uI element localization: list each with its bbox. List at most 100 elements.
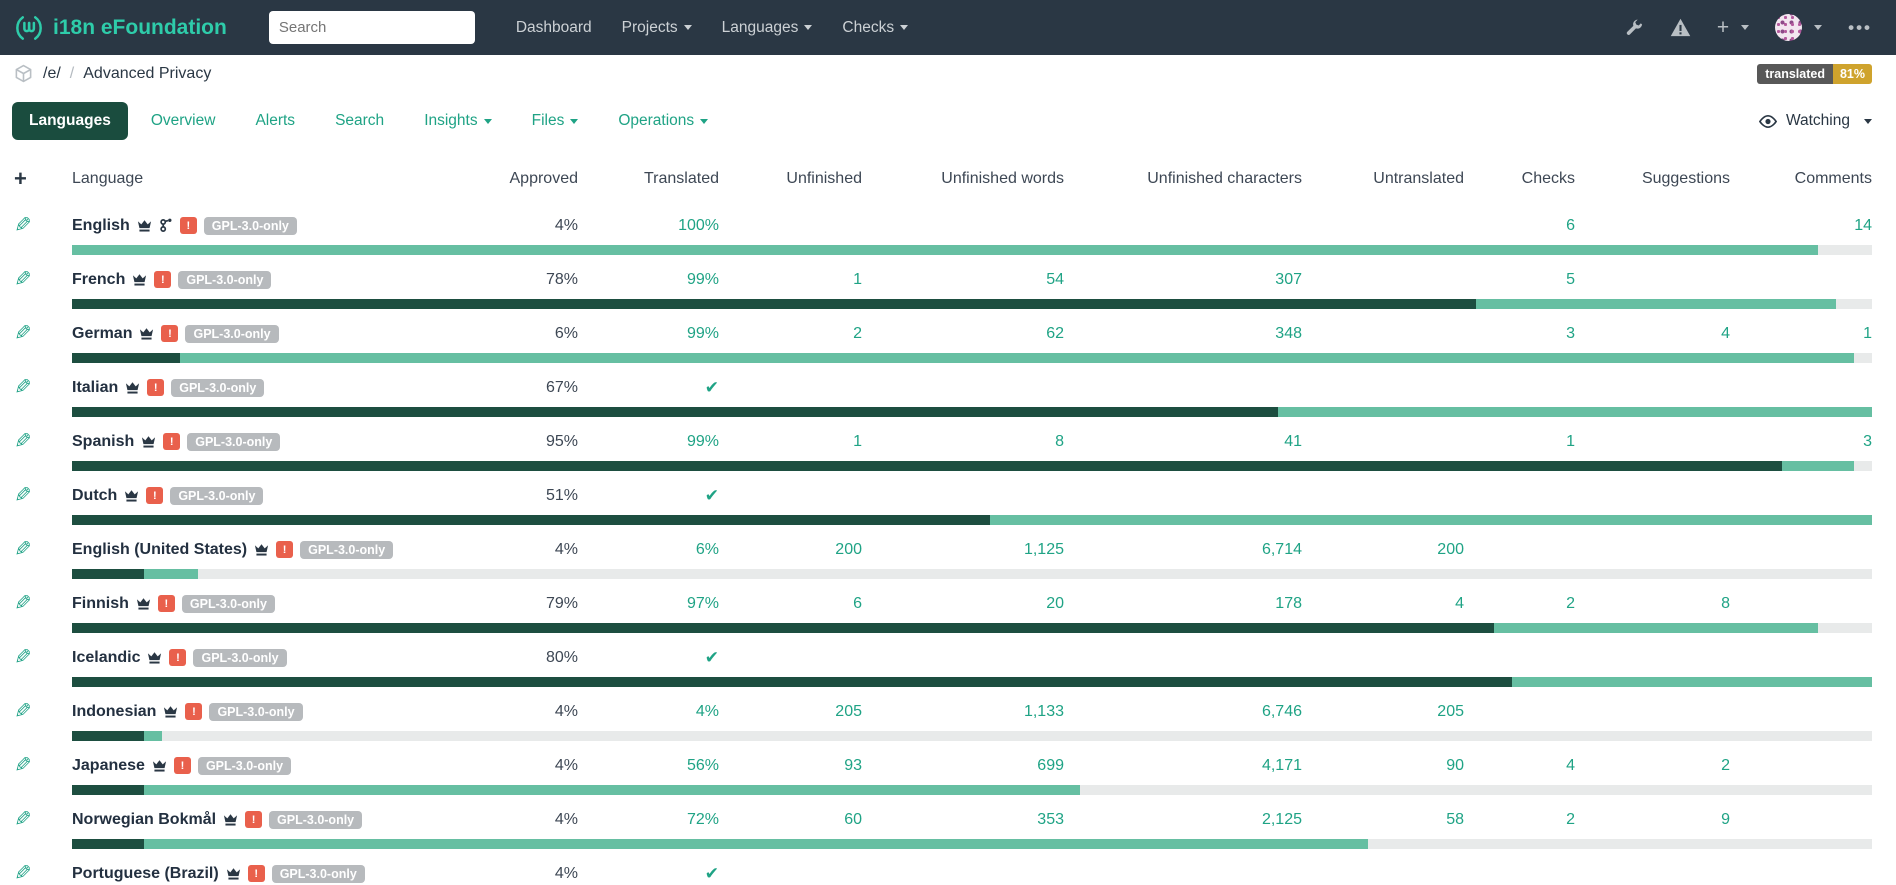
tab-operations[interactable]: Operations: [601, 102, 725, 140]
translated-link[interactable]: 100%: [678, 217, 719, 234]
edit-pencil-icon[interactable]: ✎: [14, 269, 32, 290]
language-link[interactable]: Japanese: [72, 757, 145, 775]
license-badge[interactable]: GPL-3.0-only: [300, 541, 393, 559]
untranslated-link[interactable]: 205: [1437, 703, 1464, 720]
tab-languages[interactable]: Languages: [12, 102, 128, 140]
brand-home-link[interactable]: i18n eFoundation: [14, 13, 227, 43]
license-badge[interactable]: GPL-3.0-only: [204, 217, 297, 235]
alert-badge[interactable]: !: [161, 325, 178, 342]
unfinished-link[interactable]: 60: [844, 811, 862, 828]
unfinished-words-link[interactable]: 8: [1055, 433, 1064, 450]
translated-link[interactable]: 56%: [687, 757, 719, 774]
checks-link[interactable]: 1: [1566, 433, 1575, 450]
nav-item-checks[interactable]: Checks: [829, 11, 921, 45]
unfinished-link[interactable]: 93: [844, 757, 862, 774]
license-badge[interactable]: GPL-3.0-only: [182, 595, 275, 613]
unfinished-link[interactable]: 6: [853, 595, 862, 612]
suggestions-link[interactable]: 9: [1721, 811, 1730, 828]
unfinished-characters-link[interactable]: 178: [1275, 595, 1302, 612]
untranslated-link[interactable]: 200: [1437, 541, 1464, 558]
license-badge[interactable]: GPL-3.0-only: [269, 811, 362, 829]
edit-pencil-icon[interactable]: ✎: [14, 323, 32, 344]
tab-overview[interactable]: Overview: [134, 102, 233, 140]
unfinished-characters-link[interactable]: 4,171: [1262, 757, 1302, 774]
unfinished-words-link[interactable]: 20: [1046, 595, 1064, 612]
language-link[interactable]: Indonesian: [72, 703, 156, 721]
unfinished-characters-link[interactable]: 41: [1284, 433, 1302, 450]
language-link[interactable]: English (United States): [72, 541, 247, 559]
translated-link[interactable]: 99%: [687, 433, 719, 450]
nav-item-dashboard[interactable]: Dashboard: [503, 11, 605, 45]
wrench-icon[interactable]: [1624, 18, 1644, 38]
untranslated-link[interactable]: 4: [1455, 595, 1464, 612]
unfinished-characters-link[interactable]: 307: [1275, 271, 1302, 288]
language-link[interactable]: Italian: [72, 379, 118, 397]
checks-link[interactable]: 2: [1566, 595, 1575, 612]
edit-pencil-icon[interactable]: ✎: [14, 863, 32, 884]
watching-dropdown[interactable]: Watching: [1758, 112, 1872, 130]
alert-badge[interactable]: !: [163, 433, 180, 450]
unfinished-link[interactable]: 205: [835, 703, 862, 720]
edit-pencil-icon[interactable]: ✎: [14, 647, 32, 668]
license-badge[interactable]: GPL-3.0-only: [170, 487, 263, 505]
alert-badge[interactable]: !: [180, 217, 197, 234]
edit-pencil-icon[interactable]: ✎: [14, 539, 32, 560]
alert-badge[interactable]: !: [169, 649, 186, 666]
checks-link[interactable]: 6: [1566, 217, 1575, 234]
alert-badge[interactable]: !: [154, 271, 171, 288]
translated-link[interactable]: 99%: [687, 271, 719, 288]
search-input[interactable]: [269, 11, 475, 44]
tab-insights[interactable]: Insights: [407, 102, 508, 140]
unfinished-characters-link[interactable]: 6,746: [1262, 703, 1302, 720]
license-badge[interactable]: GPL-3.0-only: [209, 703, 302, 721]
checks-link[interactable]: 5: [1566, 271, 1575, 288]
alert-badge[interactable]: !: [174, 757, 191, 774]
unfinished-characters-link[interactable]: 2,125: [1262, 811, 1302, 828]
alert-badge[interactable]: !: [248, 865, 265, 882]
unfinished-characters-link[interactable]: 348: [1275, 325, 1302, 342]
comments-link[interactable]: 3: [1863, 433, 1872, 450]
translated-link[interactable]: 4%: [696, 703, 719, 720]
nav-item-languages[interactable]: Languages: [709, 11, 826, 45]
checks-link[interactable]: 3: [1566, 325, 1575, 342]
more-icon[interactable]: •••: [1848, 18, 1872, 38]
translated-link[interactable]: 72%: [687, 811, 719, 828]
suggestions-link[interactable]: 8: [1721, 595, 1730, 612]
tab-files[interactable]: Files: [515, 102, 596, 140]
alert-badge[interactable]: !: [146, 487, 163, 504]
edit-pencil-icon[interactable]: ✎: [14, 485, 32, 506]
unfinished-words-link[interactable]: 353: [1037, 811, 1064, 828]
unfinished-words-link[interactable]: 54: [1046, 271, 1064, 288]
edit-pencil-icon[interactable]: ✎: [14, 431, 32, 452]
suggestions-link[interactable]: 4: [1721, 325, 1730, 342]
alert-badge[interactable]: !: [147, 379, 164, 396]
breadcrumb-root-link[interactable]: /e/: [43, 65, 61, 83]
translated-link[interactable]: 99%: [687, 325, 719, 342]
add-menu-button[interactable]: +: [1717, 17, 1749, 38]
edit-pencil-icon[interactable]: ✎: [14, 809, 32, 830]
alert-badge[interactable]: !: [158, 595, 175, 612]
license-badge[interactable]: GPL-3.0-only: [171, 379, 264, 397]
language-link[interactable]: Norwegian Bokmål: [72, 811, 216, 829]
untranslated-link[interactable]: 58: [1446, 811, 1464, 828]
language-link[interactable]: Finnish: [72, 595, 129, 613]
comments-link[interactable]: 1: [1863, 325, 1872, 342]
language-link[interactable]: English: [72, 217, 130, 235]
language-link[interactable]: Icelandic: [72, 649, 140, 667]
user-menu-button[interactable]: [1775, 14, 1822, 41]
suggestions-link[interactable]: 2: [1721, 757, 1730, 774]
alert-badge[interactable]: !: [276, 541, 293, 558]
alert-badge[interactable]: !: [185, 703, 202, 720]
checks-link[interactable]: 2: [1566, 811, 1575, 828]
unfinished-link[interactable]: 1: [853, 433, 862, 450]
language-link[interactable]: Spanish: [72, 433, 134, 451]
license-badge[interactable]: GPL-3.0-only: [193, 649, 286, 667]
edit-pencil-icon[interactable]: ✎: [14, 377, 32, 398]
unfinished-words-link[interactable]: 1,133: [1024, 703, 1064, 720]
translated-link[interactable]: 6%: [696, 541, 719, 558]
alert-badge[interactable]: !: [245, 811, 262, 828]
unfinished-link[interactable]: 1: [853, 271, 862, 288]
unfinished-characters-link[interactable]: 6,714: [1262, 541, 1302, 558]
edit-pencil-icon[interactable]: ✎: [14, 755, 32, 776]
comments-link[interactable]: 14: [1854, 217, 1872, 234]
